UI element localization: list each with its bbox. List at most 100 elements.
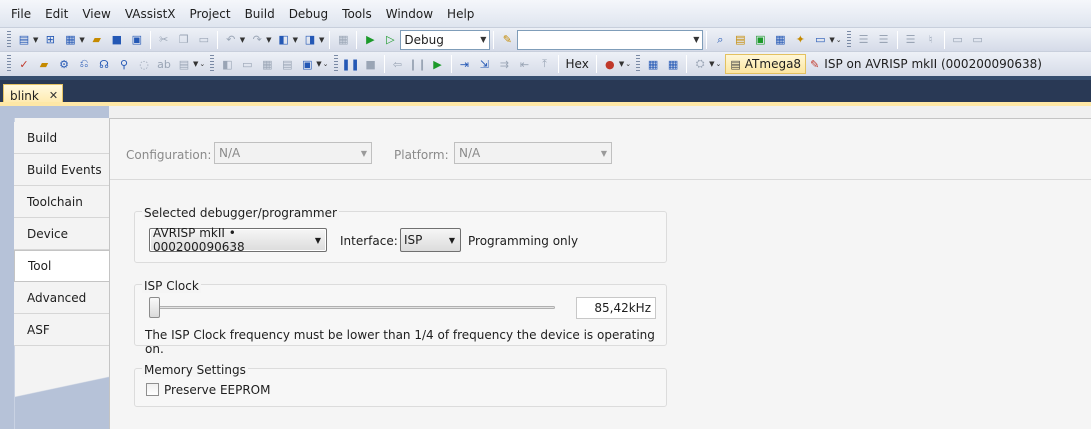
navigate-backward-icon[interactable]: ◧ [275,31,293,49]
uncomment-lines-icon[interactable]: ♮ [922,31,940,49]
toolbar-grip[interactable] [846,30,851,49]
io-view-icon[interactable]: ▤ [278,55,296,73]
disassembly-icon[interactable]: ▣ [298,55,316,73]
step-over-icon[interactable]: ⇉ [496,55,514,73]
isp-clock-input[interactable]: 85,42kHz [576,297,656,319]
solution-explorer-icon[interactable]: ▤ [731,31,749,49]
menu-debug[interactable]: Debug [282,0,335,27]
start-without-debugging-icon[interactable]: ▷ [381,31,399,49]
toolbar-grip[interactable] [333,55,338,73]
menu-tools[interactable]: Tools [335,0,379,27]
hex-display-button[interactable]: Hex [562,57,593,71]
properties-window-icon[interactable]: ▣ [751,31,769,49]
paste-icon[interactable]: ▭ [195,31,213,49]
disassembly-dropdown-icon[interactable]: ▼ [316,60,321,68]
command-window-icon[interactable]: ▭ [811,31,829,49]
save-icon[interactable]: ■ [108,31,126,49]
interface-select[interactable]: ISP ▼ [400,228,461,252]
extension-manager-icon[interactable]: ⛭ [691,55,709,73]
side-tab-build[interactable]: Build [14,122,109,154]
redo-icon[interactable]: ↷ [248,31,266,49]
continue-icon[interactable]: ▶ [429,55,447,73]
open-file-in-solution-icon[interactable]: ▰ [35,55,53,73]
navigate-forward-icon[interactable]: ◨ [301,31,319,49]
close-icon[interactable]: ✕ [49,89,58,102]
toolbar-overflow-icon[interactable]: ⌄ [625,60,631,68]
list-methods-dropdown-icon[interactable]: ▼ [193,60,198,68]
menu-build[interactable]: Build [238,0,282,27]
pause-icon[interactable]: ❙❙ [408,55,426,73]
side-tab-asf[interactable]: ASF [14,314,109,346]
toolbox-icon[interactable]: ✦ [791,31,809,49]
debugger-select[interactable]: AVRISP mkII • 000200090638 ▼ [149,226,327,254]
start-debugging-icon[interactable]: ▶ [361,31,379,49]
isp-clock-slider-thumb[interactable] [149,297,160,318]
side-tab-device[interactable]: Device [14,218,109,250]
toolbar-grip[interactable] [210,55,215,73]
object-browser-icon[interactable]: ▦ [771,31,789,49]
find-combo[interactable]: ▼ [517,29,704,50]
watch-window-icon[interactable]: ◧ [218,55,236,73]
command-window-dropdown-icon[interactable]: ▼ [829,36,834,44]
break-all-icon[interactable]: ❚❚ [341,55,359,73]
side-tab-build-events[interactable]: Build Events [14,154,109,186]
open-folder-icon[interactable]: ▰ [88,31,106,49]
cut-icon[interactable]: ✂ [155,31,173,49]
new-project-dropdown-icon[interactable]: ▼ [33,36,38,44]
extension-dropdown-icon[interactable]: ▼ [709,60,714,68]
copy-icon[interactable]: ❐ [175,31,193,49]
stop-debugging-icon[interactable]: ■ [362,55,380,73]
new-project-icon[interactable]: ▤ [15,31,33,49]
toolbar-overflow-icon[interactable]: ⌄ [836,36,842,44]
side-tab-toolchain[interactable]: Toolchain [14,186,109,218]
toolbar-grip[interactable] [7,30,11,49]
side-tab-advanced[interactable]: Advanced [14,282,109,314]
save-all-icon[interactable]: ▣ [128,31,146,49]
find-references-icon[interactable]: ⚙ [55,55,73,73]
decrease-indent-icon[interactable]: ☰ [855,31,873,49]
breakpoint-dropdown-icon[interactable]: ▼ [619,60,624,68]
menu-help[interactable]: Help [440,0,481,27]
redo-dropdown-icon[interactable]: ▼ [266,36,271,44]
step-into-icon[interactable]: ⇲ [476,55,494,73]
menu-edit[interactable]: Edit [38,0,75,27]
menu-window[interactable]: Window [379,0,440,27]
isp-clock-slider-track[interactable] [149,306,555,309]
toolbar-overflow-icon[interactable]: ⌄ [715,60,721,68]
navigate-dropdown-icon[interactable]: ▼ [293,36,298,44]
reset-icon[interactable]: ⇦ [389,55,407,73]
preserve-eeprom-checkbox[interactable] [146,383,159,396]
increase-indent-icon[interactable]: ☰ [875,31,893,49]
comment-lines-icon[interactable]: ☰ [902,31,920,49]
find-symbol-icon[interactable]: ⌕ [711,31,729,49]
undo-dropdown-icon[interactable]: ▼ [240,36,245,44]
solution-configuration-combo[interactable]: Debug ▼ [400,29,491,50]
toolbar-overflow-icon[interactable]: ⌄ [199,60,205,68]
memory-window-icon[interactable]: ▭ [238,55,256,73]
step-out-icon[interactable]: ⇤ [516,55,534,73]
run-to-cursor-icon[interactable]: ⤒ [536,55,554,73]
build-solution-icon[interactable]: ▦ [334,31,352,49]
list-methods-icon[interactable]: ▤ [175,55,193,73]
add-item-icon[interactable]: ⊞ [41,31,59,49]
preserve-eeprom-label[interactable]: Preserve EEPROM [164,383,270,397]
rename-symbol-icon[interactable]: ☊ [95,55,113,73]
side-tab-tool[interactable]: Tool [14,250,110,282]
refactor-icon[interactable]: ◌ [135,55,153,73]
go-to-implementation-icon[interactable]: ⎌ [75,55,93,73]
toolbar-grip[interactable] [7,55,11,73]
menu-file[interactable]: File [4,0,38,27]
undo-icon[interactable]: ↶ [222,31,240,49]
menu-vassistx[interactable]: VAssistX [118,0,183,27]
add-new-item-icon[interactable]: ▦ [61,31,79,49]
abc-spelling-icon[interactable]: ab [155,55,173,73]
find-in-files-icon[interactable]: ✎ [498,31,516,49]
menu-project[interactable]: Project [183,0,238,27]
registers-window-icon[interactable]: ▦ [258,55,276,73]
breakpoint-icon[interactable]: ● [601,55,619,73]
add-item-dropdown-icon[interactable]: ▼ [79,36,84,44]
menu-view[interactable]: View [75,0,117,27]
device-pack-icon[interactable]: ▦ [664,55,682,73]
spell-check-icon[interactable]: ⚲ [115,55,133,73]
device-selector[interactable]: ▤ ATmega8 [725,54,807,74]
